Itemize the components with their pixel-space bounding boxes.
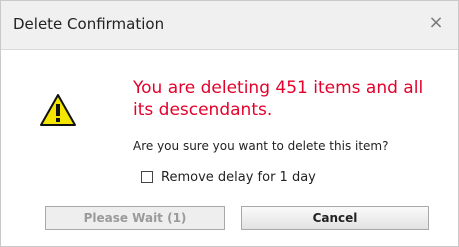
delete-confirmation-dialog: Delete Confirmation × You are deleting 4… xyxy=(0,0,459,247)
please-wait-button[interactable]: Please Wait (1) xyxy=(45,206,225,230)
remove-delay-label[interactable]: Remove delay for 1 day xyxy=(161,170,316,185)
cancel-button[interactable]: Cancel xyxy=(241,206,429,230)
remove-delay-option[interactable]: Remove delay for 1 day xyxy=(141,169,316,185)
dialog-title: Delete Confirmation xyxy=(13,15,165,33)
dialog-titlebar: Delete Confirmation × xyxy=(1,1,458,50)
warning-icon xyxy=(40,94,76,126)
remove-delay-checkbox[interactable] xyxy=(141,171,153,183)
close-icon[interactable]: × xyxy=(426,13,446,33)
delete-message: You are deleting 451 items and all its d… xyxy=(133,78,424,120)
confirm-question: Are you sure you want to delete this ite… xyxy=(133,139,389,153)
